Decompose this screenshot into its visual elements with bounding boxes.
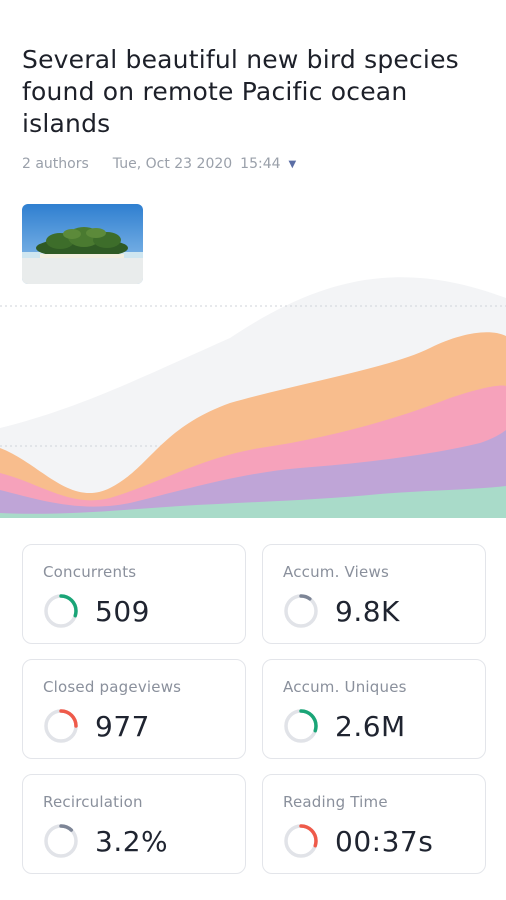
metric-label: Accum. Uniques: [283, 678, 407, 696]
metric-label: Recirculation: [43, 793, 143, 811]
metric-card-concurrents[interactable]: Concurrents 509: [22, 544, 246, 644]
progress-ring-icon: [44, 709, 78, 743]
metric-label: Reading Time: [283, 793, 388, 811]
metric-value: 9.8K: [335, 594, 400, 628]
metric-label: Concurrents: [43, 563, 137, 581]
metric-card-accum-views[interactable]: Accum. Views 9.8K: [262, 544, 486, 644]
publish-time: 15:44: [240, 156, 281, 172]
metric-value: 00:37s: [335, 824, 434, 858]
progress-ring-icon: [284, 709, 318, 743]
article-meta: 2 authors Tue, Oct 23 2020 15:44 ▼: [22, 156, 296, 172]
metric-label: Accum. Views: [283, 563, 389, 581]
metric-value: 3.2%: [95, 824, 169, 858]
metric-label: Closed pageviews: [43, 678, 182, 696]
metric-value: 509: [95, 594, 150, 628]
progress-ring-icon: [44, 824, 78, 858]
ring-track: [284, 594, 318, 628]
publish-date: Tue, Oct 23 2020: [112, 156, 233, 172]
metric-card-reading-time[interactable]: Reading Time 00:37s: [262, 774, 486, 874]
article-title: Several beautiful new bird species found…: [22, 45, 459, 138]
progress-ring-icon: [284, 594, 318, 628]
metric-card-accum-uniques[interactable]: Accum. Uniques 2.6M: [262, 659, 486, 759]
progress-ring-icon: [44, 594, 78, 628]
metric-card-recirculation[interactable]: Recirculation 3.2%: [22, 774, 246, 874]
metrics-grid: Concurrents 509 Accum. Views 9.8K Closed…: [22, 544, 486, 874]
metric-value: 977: [95, 709, 150, 743]
traffic-area-chart: [0, 277, 506, 518]
progress-ring-icon: [284, 824, 318, 858]
metric-card-closed-pageviews[interactable]: Closed pageviews 977: [22, 659, 246, 759]
chevron-down-icon[interactable]: ▼: [289, 159, 297, 170]
authors-label[interactable]: 2 authors: [22, 156, 89, 172]
metric-value: 2.6M: [335, 709, 406, 743]
